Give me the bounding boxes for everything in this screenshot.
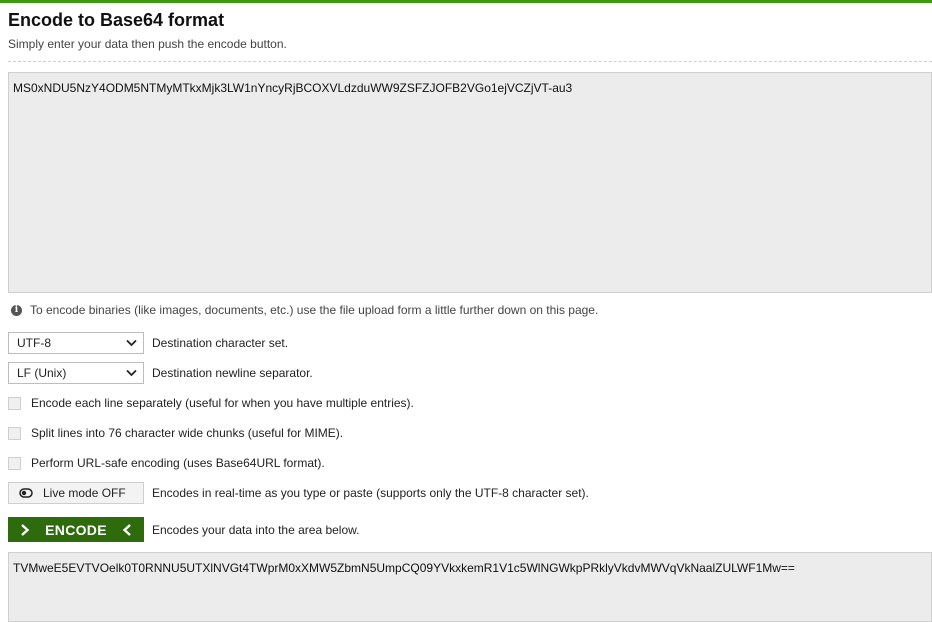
split-lines-checkbox[interactable] [8,426,21,440]
chevron-right-icon [21,523,30,536]
newline-row: LF (Unix) Destination newline separator. [8,362,313,384]
chevron-down-icon [126,369,137,377]
newline-description: Destination newline separator. [152,366,313,380]
charset-row: UTF-8 Destination character set. [8,332,288,354]
each-line-label[interactable]: Encode each line separately (useful for … [31,396,414,410]
chevron-down-icon [126,339,137,347]
charset-description: Destination character set. [152,336,289,350]
newline-selected-value: LF (Unix) [17,366,67,380]
input-textarea[interactable]: MS0xNDU5NzY4ODM5NTMyMTkxMjk3LW1nYncyRjBC… [8,72,932,293]
split-lines-option: Split lines into 76 character wide chunk… [8,426,343,440]
chevron-left-icon [122,523,131,536]
each-line-checkbox[interactable] [8,396,21,410]
url-safe-option: Perform URL-safe encoding (uses Base64UR… [8,456,325,470]
each-line-option: Encode each line separately (useful for … [8,396,414,410]
page-subtitle: Simply enter your data then push the enc… [8,37,287,51]
encode-button-label: ENCODE [45,521,107,538]
encode-row: ENCODE Encodes your data into the area b… [8,517,359,542]
info-icon: i [11,304,22,316]
url-safe-checkbox[interactable] [8,456,21,470]
toggle-off-icon [19,488,33,498]
live-mode-description: Encodes in real-time as you type or past… [152,486,589,500]
live-mode-row: Live mode OFF Encodes in real-time as yo… [8,482,589,504]
charset-select[interactable]: UTF-8 [8,332,144,354]
url-safe-label[interactable]: Perform URL-safe encoding (uses Base64UR… [31,456,325,470]
encode-description: Encodes your data into the area below. [152,522,360,537]
charset-selected-value: UTF-8 [17,336,51,350]
binary-note-text: To encode binaries (like images, documen… [30,303,599,317]
encode-button[interactable]: ENCODE [8,517,144,542]
live-mode-label: Live mode OFF [43,486,126,500]
split-lines-label[interactable]: Split lines into 76 character wide chunk… [31,426,343,440]
top-accent-bar [0,0,932,3]
newline-select[interactable]: LF (Unix) [8,362,144,384]
page-title: Encode to Base64 format [8,10,225,30]
live-mode-toggle-button[interactable]: Live mode OFF [8,482,144,504]
binary-note: i To encode binaries (like images, docum… [11,303,598,317]
dashed-divider [8,61,932,62]
